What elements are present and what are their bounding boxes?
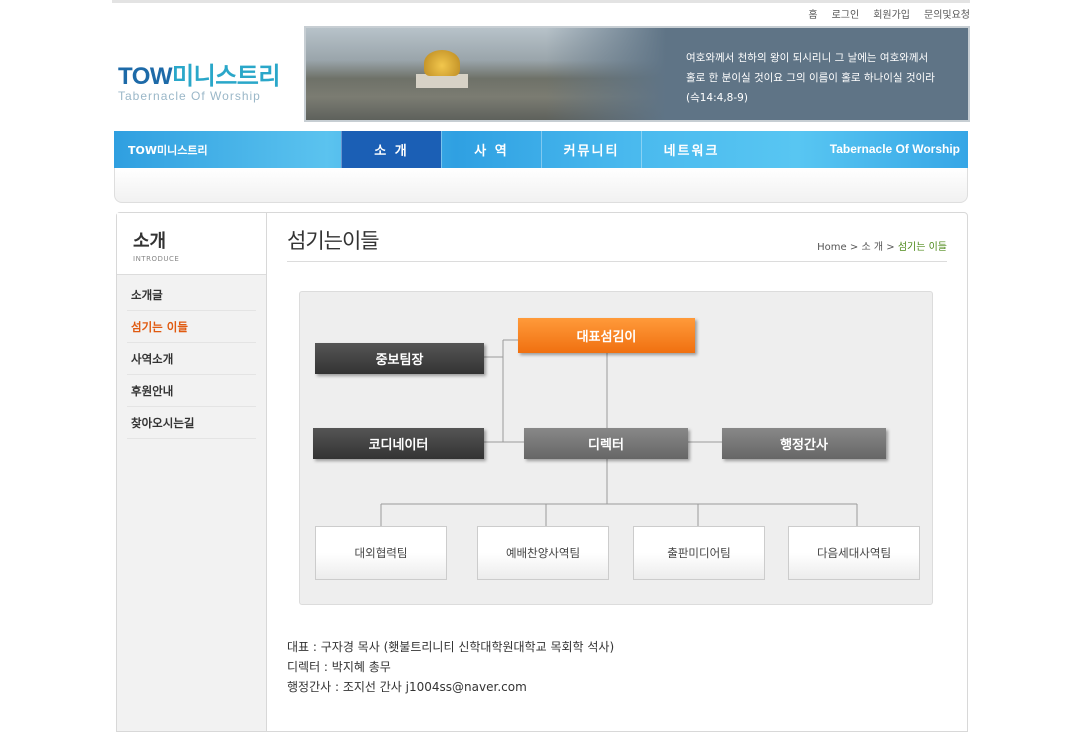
verse-line: 홀로 한 분이실 것이요 그의 이름이 홀로 하나이실 것이라 (686, 72, 935, 84)
info-director: 디렉터 : 박지혜 총무 (287, 660, 391, 674)
lnb-item-directions[interactable]: 찾아오시는길 (127, 407, 256, 439)
gnb-item-network[interactable]: 네트워크 (641, 131, 741, 168)
org-node-team: 출판미디어팀 (633, 526, 765, 580)
org-node-leader: 대표섬김이 (518, 318, 695, 353)
lnb-item-ministry[interactable]: 사역소개 (127, 343, 256, 375)
util-login-link[interactable]: 로그인 (832, 6, 860, 21)
page-title: 섬기는이들 (287, 229, 380, 253)
org-node-team: 예배찬양사역팀 (477, 526, 609, 580)
lnb-item-servants[interactable]: 섬기는 이들 (127, 311, 256, 343)
lnb-item-intro-text[interactable]: 소개글 (127, 279, 256, 311)
main-container: 소개 INTRODUCE 소개글 섬기는 이들 사역소개 후원안내 찾아오시는길… (116, 212, 968, 732)
logo-subtitle: Tabernacle Of Worship (118, 89, 261, 103)
title-divider (287, 261, 947, 262)
breadcrumb-home[interactable]: Home (817, 242, 847, 253)
org-node-team: 다음세대사역팀 (788, 526, 920, 580)
verse-line: 여호와께서 천하의 왕이 되시리니 그 날에는 여호와께서 (686, 52, 929, 64)
header-banner: 여호와께서 천하의 왕이 되시리니 그 날에는 여호와께서 홀로 한 분이실 것… (304, 26, 970, 122)
banner-verse: 여호와께서 천하의 왕이 되시리니 그 날에는 여호와께서 홀로 한 분이실 것… (686, 48, 966, 108)
org-node-team: 대외협력팀 (315, 526, 447, 580)
org-node-coordinator: 코디네이터 (313, 428, 484, 459)
logo-tow: TOW (118, 63, 173, 90)
gnb-item-intro[interactable]: 소 개 (341, 131, 441, 168)
org-chart: 대표섬김이 중보팀장 코디네이터 디렉터 행정간사 대외협력팀 예배찬양사역팀 … (299, 291, 933, 605)
left-nav-subtitle: INTRODUCE (133, 255, 180, 263)
gnb-brand[interactable]: TOW미니스트리 (128, 142, 208, 158)
gnb-item-community[interactable]: 커뮤니티 (541, 131, 641, 168)
util-home-link[interactable]: 홈 (808, 6, 817, 21)
top-divider (112, 0, 970, 3)
util-nav: 홈 로그인 회원가입 문의및요청 (808, 6, 970, 21)
global-nav: TOW미니스트리 소 개 사 역 커뮤니티 네트워크 Tabernacle Of… (114, 131, 968, 168)
gnb-tagline: Tabernacle Of Worship (829, 142, 960, 156)
info-admin: 행정간사 : 조지선 간사 j1004ss@naver.com (287, 680, 527, 694)
content-area: 섬기는이들 Home > 소 개 > 섬기는 이들 대표섬김이 중보팀장 코디네… (287, 213, 947, 731)
util-signup-link[interactable]: 회원가입 (873, 6, 910, 21)
site-logo[interactable]: TOW미니스트리 Tabernacle Of Worship (118, 56, 298, 103)
chevron-right-icon: > (849, 242, 859, 253)
staff-info: 대표 : 구자경 목사 (횃불트리니티 신학대학원대학교 목회학 석사) 디렉터… (287, 637, 614, 697)
lnb-item-support[interactable]: 후원안내 (127, 375, 256, 407)
jerusalem-photo (306, 28, 666, 120)
left-nav: 소개 INTRODUCE 소개글 섬기는 이들 사역소개 후원안내 찾아오시는길 (117, 213, 267, 731)
breadcrumb-current: 섬기는 이들 (897, 242, 947, 253)
chevron-right-icon: > (886, 242, 895, 253)
org-node-director: 디렉터 (524, 428, 688, 459)
breadcrumb: Home > 소 개 > 섬기는 이들 (817, 238, 947, 253)
gnb-item-ministry[interactable]: 사 역 (441, 131, 541, 168)
left-nav-title: 소개 (133, 231, 167, 252)
org-node-intercession: 중보팀장 (315, 343, 484, 374)
left-nav-header: 소개 INTRODUCE (117, 213, 266, 275)
logo-ministry: 미니스트리 (172, 63, 280, 90)
sub-nav-bar (114, 168, 968, 203)
breadcrumb-intro[interactable]: 소 개 (861, 242, 883, 253)
util-contact-link[interactable]: 문의및요청 (924, 6, 970, 21)
verse-reference: (슥14:4,8-9) (686, 92, 748, 104)
info-representative: 대표 : 구자경 목사 (횃불트리니티 신학대학원대학교 목회학 석사) (287, 640, 615, 654)
org-node-admin: 행정간사 (722, 428, 886, 459)
dome-icon (424, 50, 460, 76)
